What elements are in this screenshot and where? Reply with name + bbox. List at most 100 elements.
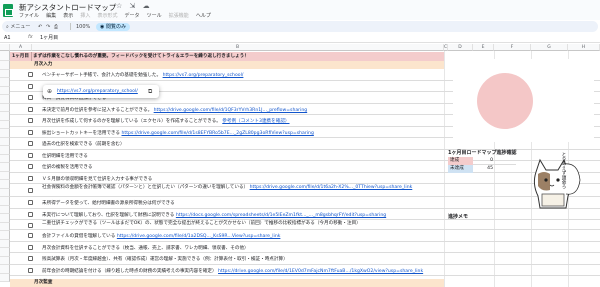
task-text[interactable]: ＶＳ月額の領収明細を見て仕訳を入力する事ができる <box>42 176 152 182</box>
row-header[interactable] <box>0 78 10 87</box>
menu-help[interactable]: ヘルプ <box>196 13 211 19</box>
task-checkbox[interactable] <box>28 95 33 101</box>
row-header[interactable] <box>0 171 10 180</box>
copy-icon[interactable]: ⧉ <box>148 88 152 96</box>
task-link[interactable]: https://drive.google.com/file/d/1QF3rYVr… <box>154 108 308 113</box>
task-checkbox[interactable] <box>28 141 33 147</box>
task-link[interactable]: https://drive.google.com/file/d/1t6a2h-X… <box>250 185 413 190</box>
link-preview-popup[interactable]: ⊕ https://vs7.org/preparatory_school/ ⧉ <box>43 85 159 98</box>
section-header-monthly-input[interactable]: 月次入力 <box>10 61 444 69</box>
progress-row-not-achieved[interactable]: 未達成 45 <box>448 165 516 173</box>
task-text[interactable]: 残高試算表（月次・年度繰越金）、共有（確認作成）運営の理解・実施できる（例：計算… <box>42 256 288 262</box>
task-text[interactable]: 会計ファイルの貸借を理解している https://drive.google.co… <box>42 233 280 239</box>
task-link[interactable]: 参考例（コメント3連携を確認） <box>222 119 289 124</box>
pie-slice-1[interactable] <box>477 73 533 129</box>
task-checkbox[interactable] <box>28 200 33 206</box>
task-text[interactable]: 振出ショートカットキーを活用できる https://drive.google.c… <box>42 130 314 136</box>
row-header[interactable] <box>0 231 10 240</box>
row-header[interactable] <box>0 95 10 104</box>
task-checkbox[interactable] <box>28 188 33 193</box>
view-only-mode-button[interactable]: ◉ 閲覧のみ <box>96 22 130 31</box>
task-checkbox[interactable] <box>28 211 33 217</box>
task-text[interactable]: 前年会計の時期結論を付ける（繰り越した時点の財務の実績考えの事実内容を確定） h… <box>42 268 423 274</box>
row-header[interactable] <box>0 51 10 61</box>
row-header[interactable] <box>0 239 10 248</box>
undo-icon[interactable]: ↶ <box>38 23 42 31</box>
column-header-e[interactable]: E <box>473 44 494 51</box>
row-header[interactable] <box>0 137 10 146</box>
row-header[interactable] <box>0 163 10 172</box>
task-checkbox[interactable] <box>28 256 33 262</box>
task-text[interactable]: 過去の仕訳を検索できる（前期を含む） <box>42 141 125 147</box>
task-checkbox[interactable] <box>28 118 33 124</box>
section-header-monthly-audit[interactable]: 月次監査 <box>10 279 444 287</box>
column-header-d[interactable]: D <box>448 44 473 51</box>
task-checkbox[interactable] <box>28 244 33 250</box>
row-header[interactable] <box>0 265 10 274</box>
task-link[interactable]: https://drive.google.com/file/d/1EV0d7mF… <box>218 269 423 274</box>
task-checkbox[interactable] <box>28 152 33 158</box>
move-icon[interactable]: ⇲ <box>130 2 136 10</box>
task-checkbox[interactable] <box>28 222 33 228</box>
print-icon[interactable]: ⎙ <box>54 23 58 31</box>
task-link[interactable]: https://vs7.org/preparatory_school/ <box>163 73 244 78</box>
task-checkbox[interactable] <box>28 72 33 78</box>
task-text[interactable]: 二重仕訳チェックができる（ツールはまだでOK）の、状態で完全な提出が終えることが… <box>42 221 462 227</box>
column-header-h[interactable]: H <box>568 44 600 51</box>
task-link[interactable]: https://docs.google.com/spreadsheets/d/1… <box>176 213 386 218</box>
task-checkbox[interactable] <box>28 83 33 89</box>
task-text[interactable]: 仕訳明細を活用できる <box>42 153 88 159</box>
row-header[interactable] <box>0 112 10 121</box>
column-header-g[interactable]: G <box>531 44 568 51</box>
column-header-b[interactable]: B <box>32 44 444 51</box>
progress-row-achieved[interactable]: 達成 0 <box>448 157 516 165</box>
row-header[interactable] <box>0 256 10 265</box>
row-header[interactable] <box>0 129 10 138</box>
task-text[interactable]: 未所得データを使って、給付明細書の源泉所得税分は何ができる <box>42 200 175 206</box>
menu-tools[interactable]: ツール <box>147 13 162 19</box>
zoom-select[interactable]: 100% <box>76 23 90 31</box>
task-link[interactable]: https://drive.google.com/file/d/1a2DSQ..… <box>117 234 281 239</box>
row-header[interactable] <box>0 222 10 231</box>
column-header-f[interactable]: F <box>494 44 531 51</box>
task-link[interactable]: https://drive.google.com/file/d/1s8EFYBR… <box>121 131 313 136</box>
redo-icon[interactable]: ↷ <box>46 23 50 31</box>
row-header[interactable] <box>0 146 10 155</box>
select-all-corner[interactable] <box>0 44 10 51</box>
menu-data[interactable]: データ <box>125 13 140 19</box>
task-checkbox[interactable] <box>28 129 33 135</box>
task-text[interactable]: 月次会計資料を仕訳することができる（枚当、通帳、売上、請求書、ワレカ明細、領収書… <box>42 245 249 251</box>
name-box[interactable]: A1 <box>4 34 22 42</box>
menu-view[interactable]: 表示 <box>63 13 73 19</box>
row-header[interactable] <box>0 69 10 78</box>
row-header[interactable] <box>0 86 10 95</box>
task-checkbox[interactable] <box>28 164 33 170</box>
row-header[interactable] <box>0 120 10 129</box>
search-menus[interactable]: ⌕ メニュー <box>6 23 30 31</box>
task-text[interactable]: 社会保険料の金額を会計帳簿で確認（パターンと）と仕訳したい（パターンの違いを理解… <box>42 185 462 191</box>
row-header[interactable] <box>0 103 10 112</box>
row-header[interactable] <box>0 180 10 189</box>
month-label-cell[interactable]: 1ヶ月目 <box>10 52 32 61</box>
task-text[interactable]: 未実行について理解しており、仕訳を理解して財務に説明できる https://do… <box>42 212 386 218</box>
task-text[interactable]: ベンチャーサポート手帳で、会計入力の基礎を勉強した。 https://vs7.o… <box>42 72 243 78</box>
task-checkbox[interactable] <box>28 233 33 239</box>
menu-edit[interactable]: 編集 <box>46 13 56 19</box>
column-header-a[interactable]: A <box>10 44 32 51</box>
row-header[interactable] <box>0 61 10 70</box>
formula-input[interactable]: 1ヶ月目 <box>40 34 58 42</box>
row-header[interactable] <box>0 197 10 206</box>
row-header[interactable] <box>0 154 10 163</box>
row-header[interactable] <box>0 273 10 282</box>
task-text[interactable]: 仕訳の複製を活用できる <box>42 164 92 170</box>
task-text[interactable]: 未決定で前月の仕訳を参考に記入することができる。 https://drive.g… <box>42 107 307 113</box>
row-header[interactable] <box>0 214 10 223</box>
cloud-status-icon[interactable]: ☁ <box>143 2 150 10</box>
star-icon[interactable]: ☆ <box>116 2 122 10</box>
task-text[interactable]: 月次仕訳を作成して何するのかを理解している（エクセル）を作成することができる。 … <box>42 118 290 124</box>
progress-pie-chart[interactable] <box>453 59 594 142</box>
row-header[interactable] <box>0 248 10 257</box>
link-preview-url[interactable]: https://vs7.org/preparatory_school/ <box>57 89 138 94</box>
task-checkbox[interactable] <box>28 175 33 181</box>
menu-file[interactable]: ファイル <box>19 13 39 19</box>
